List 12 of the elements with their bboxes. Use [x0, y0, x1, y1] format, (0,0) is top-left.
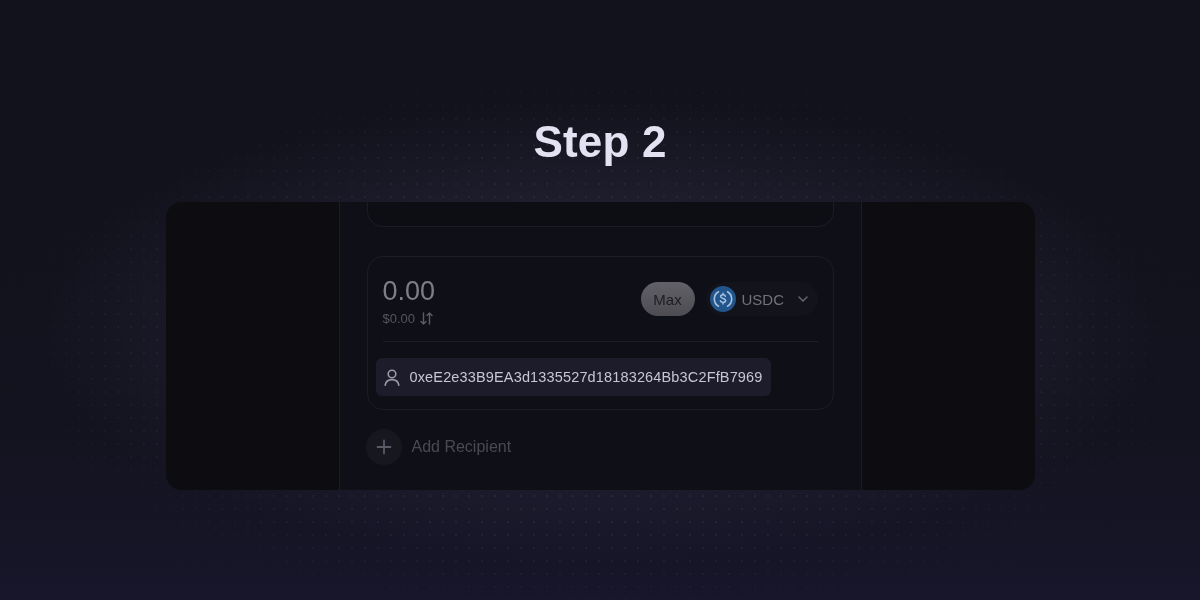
swap-arrows-icon[interactable] — [420, 311, 434, 325]
chevron-down-icon — [797, 296, 808, 302]
recipient-field[interactable]: 0xeE2e33B9EA3d1335527d18183264Bb3C2FfB7969 — [375, 358, 771, 396]
token-selector[interactable]: USDC — [705, 282, 818, 316]
add-recipient-button[interactable]: Add Recipient — [365, 429, 512, 465]
plus-icon — [365, 429, 402, 465]
max-button[interactable]: Max — [640, 282, 695, 316]
step-heading: Step 2 — [533, 116, 667, 168]
person-icon — [383, 368, 400, 386]
fiat-value: $0.00 — [382, 310, 416, 326]
coin-icon — [709, 286, 736, 312]
amount-input[interactable]: 0.00 — [382, 276, 436, 306]
